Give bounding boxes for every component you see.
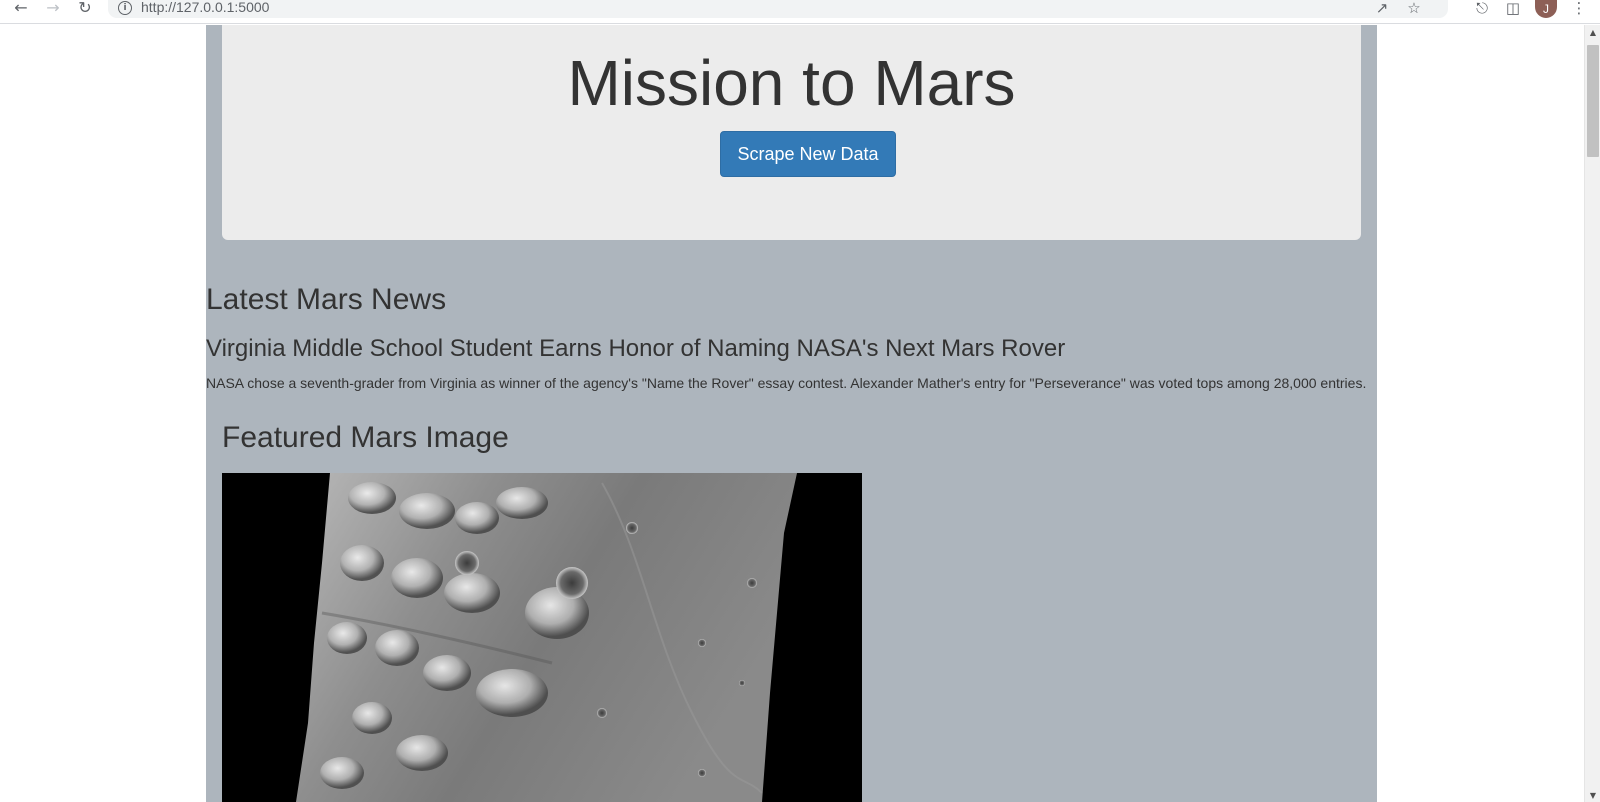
arrow-left-icon[interactable]: ← <box>9 0 33 16</box>
scrollbar-thumb[interactable] <box>1587 45 1599 157</box>
browser-toolbar: ← → ↻ i http://127.0.0.1:5000 ↗ ☆ ⎋ ◫ J … <box>0 0 1600 24</box>
news-teaser: NASA chose a seventh-grader from Virgini… <box>206 375 1367 391</box>
vertical-scrollbar[interactable]: ▲ ▼ <box>1584 25 1600 802</box>
star-icon[interactable]: ☆ <box>1404 0 1424 17</box>
puzzle-icon[interactable]: ⎋ <box>1471 0 1493 17</box>
info-icon[interactable]: i <box>118 1 132 15</box>
arrow-right-icon[interactable]: → <box>41 0 65 16</box>
jumbotron: Mission to Mars Scrape New Data <box>222 25 1361 240</box>
avatar[interactable]: J <box>1535 0 1557 18</box>
page-title: Mission to Mars <box>567 47 1016 119</box>
kebab-menu-icon[interactable]: ⋮ <box>1568 0 1590 17</box>
scrape-new-data-button[interactable]: Scrape New Data <box>720 131 896 177</box>
main-container: Mission to Mars Scrape New Data Latest M… <box>206 25 1377 802</box>
reload-icon[interactable]: ↻ <box>73 0 97 16</box>
featured-image-heading: Featured Mars Image <box>222 421 509 454</box>
news-title: Virginia Middle School Student Earns Hon… <box>206 335 1066 362</box>
share-icon[interactable]: ↗ <box>1372 0 1392 17</box>
scroll-down-icon[interactable]: ▼ <box>1585 788 1600 802</box>
page-viewport: Mission to Mars Scrape New Data Latest M… <box>0 25 1584 802</box>
featured-mars-image <box>222 473 862 802</box>
latest-news-heading: Latest Mars News <box>206 283 447 316</box>
address-bar[interactable]: i http://127.0.0.1:5000 ↗ ☆ <box>108 0 1448 18</box>
scroll-up-icon[interactable]: ▲ <box>1585 25 1600 39</box>
side-panel-icon[interactable]: ◫ <box>1502 0 1524 17</box>
url-text[interactable]: http://127.0.0.1:5000 <box>141 0 269 14</box>
